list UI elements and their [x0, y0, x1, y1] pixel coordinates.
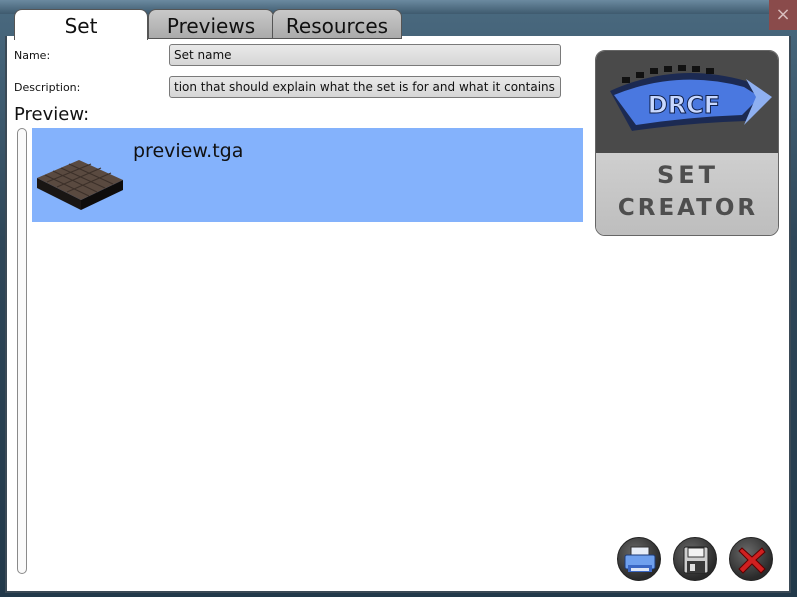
tab-previews[interactable]: Previews: [148, 9, 274, 39]
svg-text:DRCF: DRCF: [648, 91, 720, 119]
save-button[interactable]: [673, 537, 717, 581]
preview-list-scrollbar[interactable]: [17, 128, 27, 574]
logo-line-set: SET: [656, 161, 720, 189]
name-field[interactable]: Set name: [169, 44, 561, 66]
preview-label: Preview:: [14, 104, 90, 125]
background-close-button[interactable]: ×: [769, 0, 797, 30]
logo-line-creator: CREATOR: [617, 195, 759, 221]
print-button[interactable]: [617, 537, 661, 581]
preview-item-name: preview.tga: [133, 140, 244, 162]
tab-bar-divider: [148, 38, 402, 39]
red-x-icon: [738, 547, 766, 574]
name-label: Name:: [14, 49, 51, 62]
logo-emblem-area: DRCF: [596, 51, 778, 153]
description-field[interactable]: tion that should explain what the set is…: [169, 76, 561, 98]
close-button[interactable]: [729, 537, 773, 581]
logo-title-area: SET CREATOR: [596, 153, 778, 235]
tab-resources[interactable]: Resources: [272, 9, 402, 39]
drcf-emblem-icon: DRCF: [610, 65, 772, 131]
floppy-disk-icon: [683, 546, 709, 574]
tab-set[interactable]: Set: [14, 9, 148, 40]
set-creator-logo: DRCF SET CREATOR: [595, 50, 779, 236]
description-label: Description:: [14, 81, 81, 94]
preview-thumbnail: [37, 160, 123, 210]
list-item[interactable]: preview.tga: [32, 128, 583, 222]
printer-icon: [624, 546, 656, 572]
